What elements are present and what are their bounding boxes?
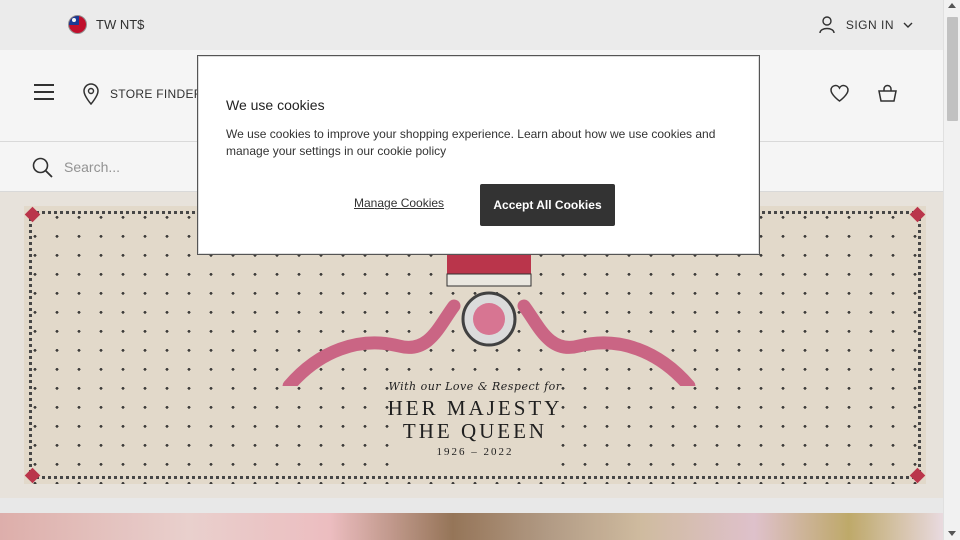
scroll-thumb[interactable] xyxy=(947,17,958,121)
manage-cookies-button[interactable]: Manage Cookies xyxy=(354,196,444,210)
scroll-up-arrow-icon[interactable] xyxy=(948,3,956,8)
scroll-down-arrow-icon[interactable] xyxy=(948,531,956,536)
cookie-dialog-body: We use cookies to improve your shopping … xyxy=(226,127,716,158)
page: TW NT$ SIGN IN STORE FINDER Search... Wi… xyxy=(0,0,943,540)
vertical-scrollbar[interactable] xyxy=(943,0,960,540)
accept-all-cookies-button[interactable]: Accept All Cookies xyxy=(480,184,615,226)
cookie-dialog-title: We use cookies xyxy=(226,97,325,113)
cookie-dialog: We use cookies We use cookies to improve… xyxy=(197,55,760,255)
